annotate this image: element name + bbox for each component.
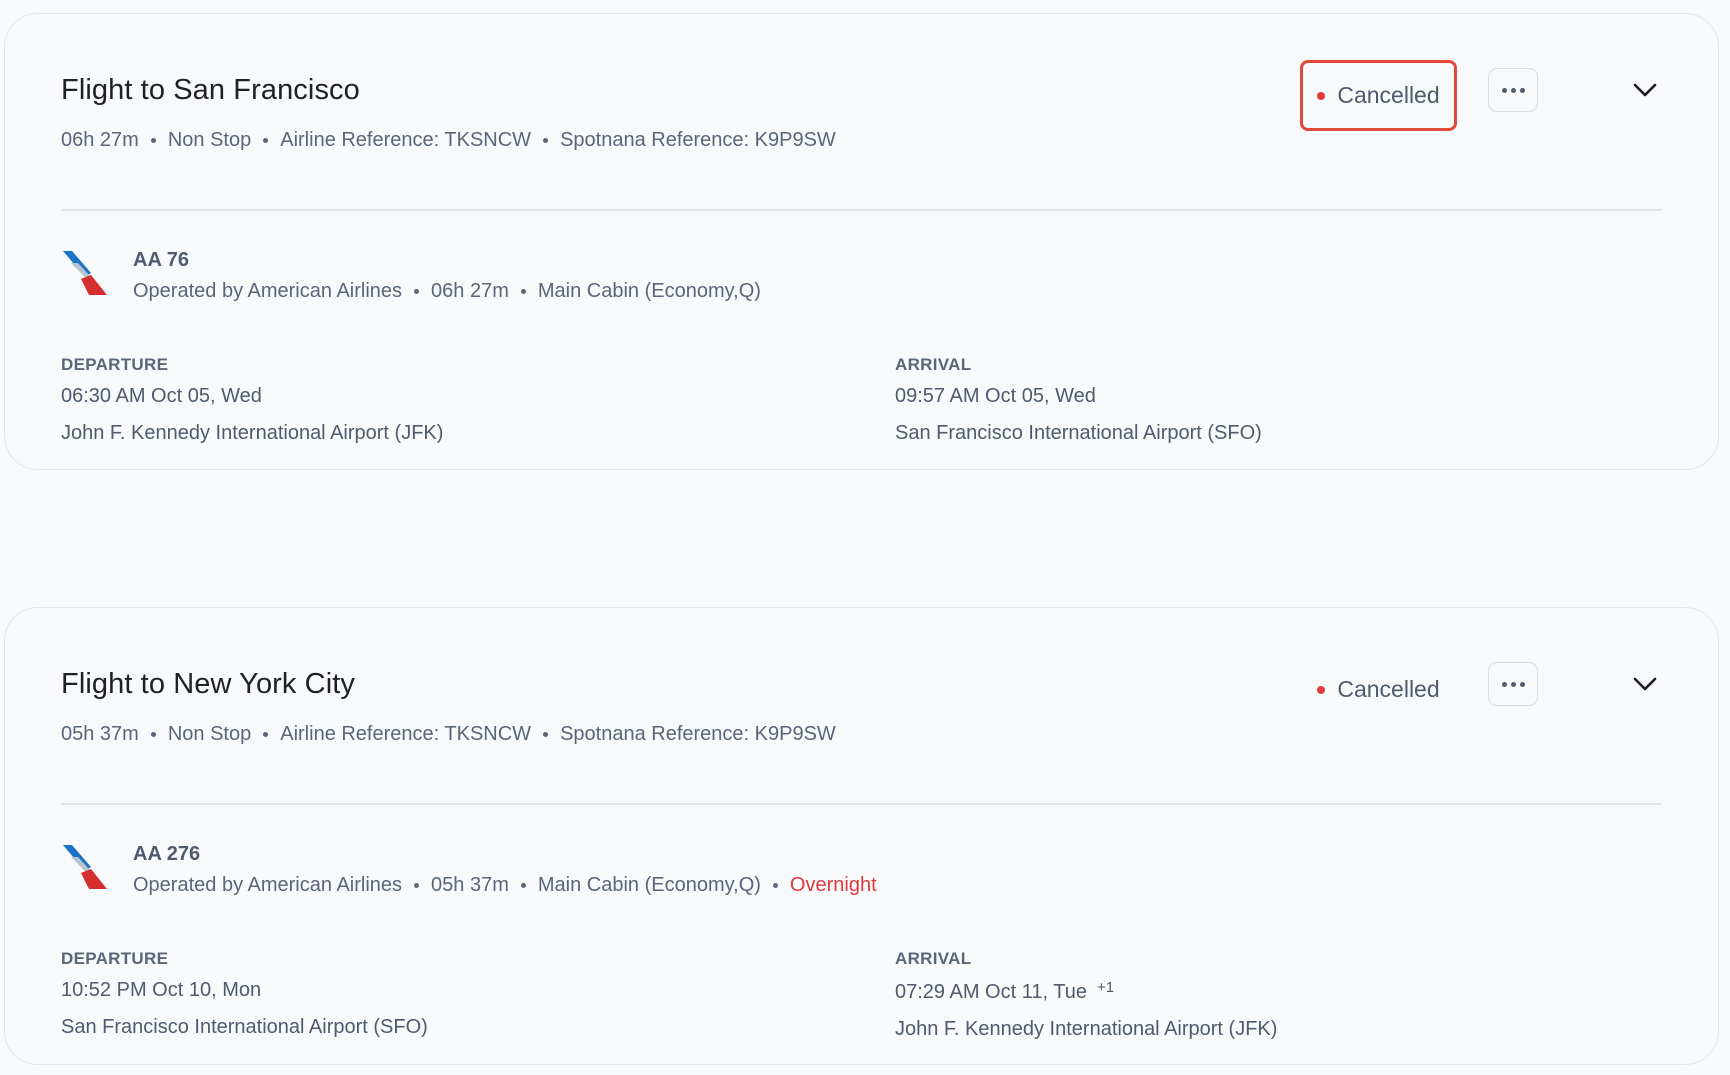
separator-dot [414,883,420,888]
separator-dot [520,883,526,888]
segment-duration: 06h 27m [431,280,509,302]
arrival-time-row: 07:29 AM Oct 11, Tue +1 [895,979,1277,1004]
departure-airport: John F. Kennedy International Airport (J… [61,422,444,444]
american-airlines-logo-icon [63,251,107,295]
more-options-button[interactable] [1488,68,1538,112]
status-dot-icon [1317,685,1326,694]
operated-by: Operated by American Airlines [133,874,403,896]
flight-summary: 06h 27m Non Stop Airline Reference: TKSN… [61,129,1662,152]
status-badge: Cancelled [1300,654,1457,725]
status-dot-icon [1317,91,1326,100]
separator-dot [543,732,549,737]
spotnana-reference: Spotnana Reference: K9P9SW [560,723,836,745]
airline-reference: Airline Reference: TKSNCW [280,129,532,151]
departure-time: 10:52 PM Oct 10, Mon [61,979,262,1001]
more-horizontal-icon [1501,87,1507,93]
airline-reference: Airline Reference: TKSNCW [280,723,532,745]
arrival-column: ARRIVAL 09:57 AM Oct 05, Wed San Francis… [895,355,1262,445]
segment-meta: Operated by American Airlines 06h 27m Ma… [133,280,761,303]
overnight-badge: Overnight [789,874,877,896]
more-options-button[interactable] [1488,662,1538,706]
separator-dot [543,138,549,143]
segment-info: AA 276 Operated by American Airlines 05h… [133,843,877,897]
departure-label: DEPARTURE [61,355,169,374]
cabin-class: Main Cabin (Economy,Q) [537,874,761,896]
flight-number: AA 276 [133,843,201,865]
spotnana-reference: Spotnana Reference: K9P9SW [560,129,836,151]
flight-card-header: Flight to San Francisco 06h 27m Non Stop… [61,60,1662,194]
arrival-label: ARRIVAL [895,355,972,374]
more-horizontal-icon [1501,681,1507,687]
departure-label: DEPARTURE [61,949,169,968]
flight-summary: 05h 37m Non Stop Airline Reference: TKSN… [61,723,1662,746]
expand-button[interactable] [1630,672,1660,696]
divider [61,803,1662,805]
status-badge: Cancelled [1300,60,1457,131]
status-label: Cancelled [1337,676,1440,702]
separator-dot [150,138,156,143]
departure-airport: San Francisco International Airport (SFO… [61,1016,428,1038]
separator-dot [414,289,420,294]
flight-number: AA 76 [133,249,189,271]
american-airlines-logo-icon [63,845,107,889]
separator-dot [150,732,156,737]
status-label: Cancelled [1337,82,1440,108]
expand-button[interactable] [1630,78,1660,102]
separator-dot [263,732,269,737]
flight-stops: Non Stop [167,723,252,745]
chevron-down-icon [1633,677,1657,691]
flight-card-header: Flight to New York City 05h 37m Non Stop… [61,662,1662,788]
flight-duration: 05h 37m [61,723,139,745]
flight-card: Flight to San Francisco 06h 27m Non Stop… [4,13,1719,470]
arrival-day-offset: +1 [1096,979,1115,996]
departure-time: 06:30 AM Oct 05, Wed [61,385,262,407]
flight-stops: Non Stop [167,129,252,151]
departure-column: DEPARTURE 06:30 AM Oct 05, Wed John F. K… [61,355,443,445]
segment-duration: 05h 37m [431,874,509,896]
arrival-airport: John F. Kennedy International Airport (J… [895,1018,1278,1040]
cabin-class: Main Cabin (Economy,Q) [537,280,761,302]
flight-card: Flight to New York City 05h 37m Non Stop… [4,607,1719,1065]
arrival-label: ARRIVAL [895,949,972,968]
arrival-time: 09:57 AM Oct 05, Wed [895,385,1096,407]
separator-dot [520,289,526,294]
segment-info: AA 76 Operated by American Airlines 06h … [133,249,761,303]
separator-dot [772,883,778,888]
arrival-airport: San Francisco International Airport (SFO… [895,422,1262,444]
departure-column: DEPARTURE 10:52 PM Oct 10, Mon San Franc… [61,949,428,1039]
separator-dot [263,138,269,143]
arrival-column: ARRIVAL 07:29 AM Oct 11, Tue +1 John F. K… [895,949,1277,1041]
segment-meta: Operated by American Airlines 05h 37m Ma… [133,874,877,897]
chevron-down-icon [1633,83,1657,97]
operated-by: Operated by American Airlines [133,280,403,302]
arrival-time-row: 09:57 AM Oct 05, Wed [895,385,1262,408]
divider [61,209,1662,211]
flight-duration: 06h 27m [61,129,139,151]
arrival-time: 07:29 AM Oct 11, Tue [895,981,1087,1003]
